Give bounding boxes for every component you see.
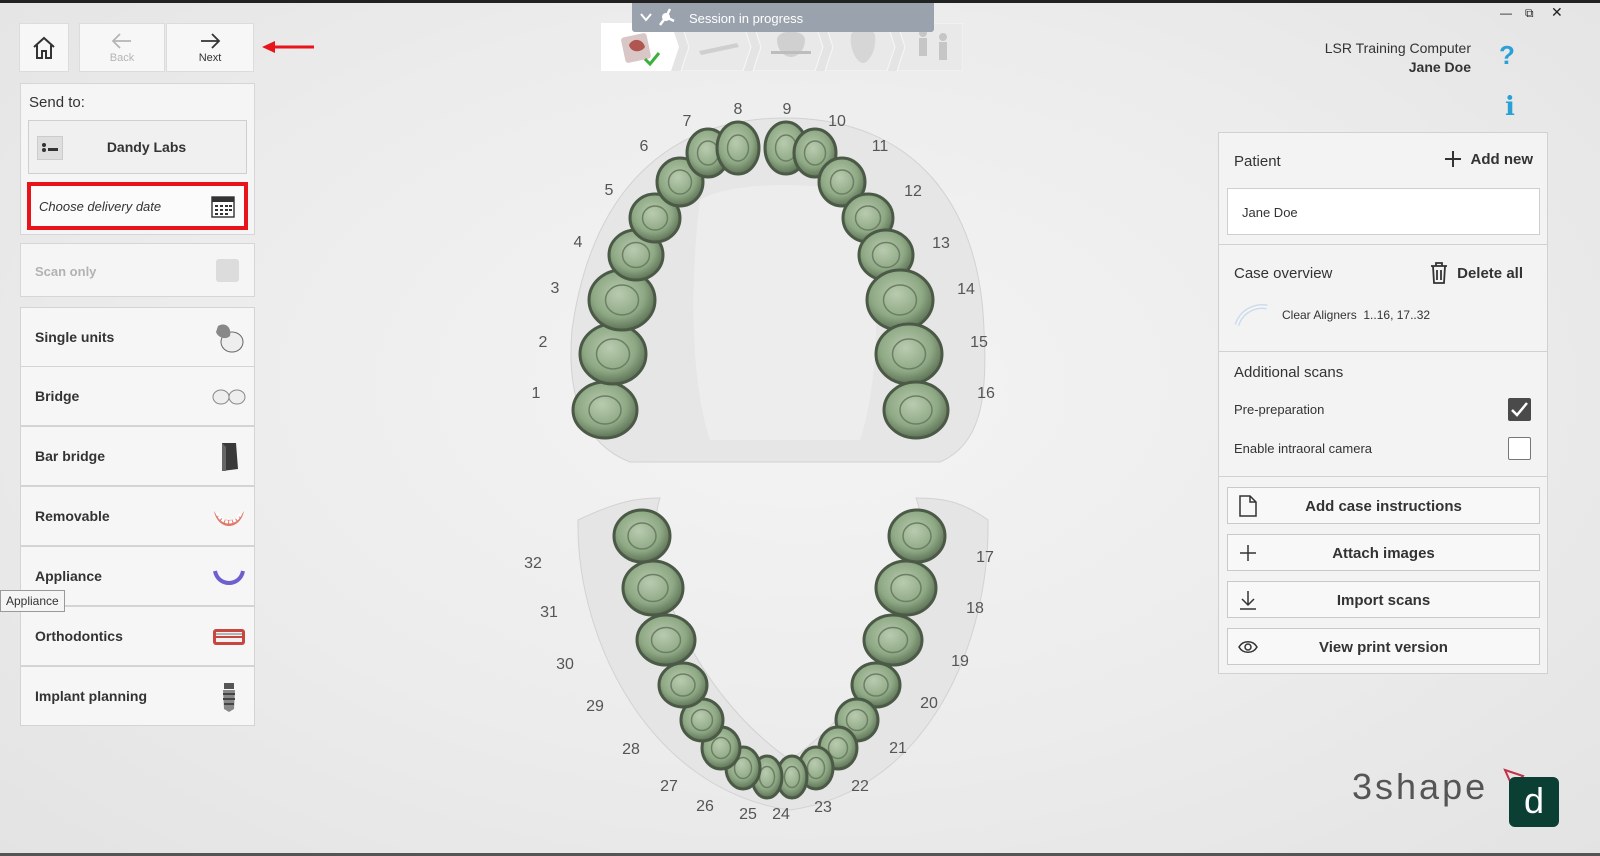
- pre-preparation-checkbox[interactable]: [1508, 398, 1531, 421]
- tooth-number: 17: [976, 549, 994, 566]
- action-label: Attach images: [1332, 545, 1435, 562]
- case-item-teeth: 1..16, 17..32: [1363, 308, 1431, 322]
- tooth-number: 12: [904, 183, 922, 200]
- tooth-number: 19: [951, 653, 969, 670]
- tooth-number: 10: [828, 113, 846, 130]
- delete-all-label: Delete all: [1457, 264, 1523, 282]
- import-scans-button[interactable]: Import scans: [1227, 581, 1540, 618]
- tooth-number: 14: [957, 281, 975, 298]
- action-label: Add case instructions: [1305, 498, 1462, 515]
- tooth-number: 4: [574, 234, 583, 251]
- tooth-number: 2: [539, 334, 548, 351]
- trash-icon: [1431, 262, 1448, 284]
- tooth-number: 32: [524, 555, 542, 572]
- case-item[interactable]: Clear Aligners 1..16, 17..32: [1282, 308, 1430, 322]
- patient-name-value: Jane Doe: [1242, 205, 1298, 220]
- pre-preparation-label: Pre-preparation: [1234, 402, 1325, 417]
- tooth-number: 20: [920, 695, 938, 712]
- tooth-number: 28: [622, 741, 640, 758]
- tooth[interactable]: [865, 268, 935, 332]
- divider: [1219, 476, 1547, 477]
- tooth-number: 18: [966, 600, 984, 617]
- tooth[interactable]: [635, 613, 697, 667]
- tooth-number: 5: [605, 182, 614, 199]
- tooth[interactable]: [715, 120, 761, 176]
- tooth-number: 8: [734, 101, 743, 118]
- tooth[interactable]: [874, 559, 938, 617]
- tooth-number: 13: [932, 235, 950, 252]
- tooth-number: 30: [556, 656, 574, 673]
- tooth-number: 21: [889, 740, 907, 757]
- case-item-type: Clear Aligners: [1282, 308, 1357, 322]
- dandy-logo[interactable]: d: [1509, 777, 1559, 827]
- tooth-number: 31: [540, 604, 558, 621]
- plus-icon: [1444, 151, 1461, 167]
- tooth-number: 22: [851, 778, 869, 795]
- tooth[interactable]: [578, 322, 648, 386]
- action-label: Import scans: [1336, 592, 1431, 609]
- case-panel: Patient Add new Jane Doe Case overview D…: [1218, 132, 1548, 674]
- tooth-number: 24: [772, 806, 790, 823]
- tooth-number: 1: [532, 385, 541, 402]
- tooth[interactable]: [882, 380, 950, 440]
- tooth-number: 29: [586, 698, 604, 715]
- checkmark-icon: [1511, 402, 1528, 417]
- attach-images-button[interactable]: Attach images: [1227, 534, 1540, 571]
- tooth[interactable]: [612, 508, 672, 564]
- delete-all-button[interactable]: Delete all: [1429, 261, 1523, 285]
- view-print-version-button[interactable]: View print version: [1227, 628, 1540, 665]
- action-label: View print version: [1319, 639, 1448, 656]
- add-new-label: Add new: [1470, 150, 1534, 168]
- 3shape-logo: 3shape: [1352, 766, 1489, 807]
- tooth-number: 3: [551, 280, 560, 297]
- patient-name-field[interactable]: Jane Doe: [1227, 188, 1540, 235]
- tooth-number: 27: [660, 778, 678, 795]
- clear-aligner-icon: [1234, 304, 1268, 326]
- tooth-number: 11: [872, 138, 889, 155]
- add-case-instructions-button[interactable]: Add case instructions: [1227, 487, 1540, 524]
- tooth[interactable]: [571, 380, 639, 440]
- divider: [1219, 244, 1547, 245]
- case-overview-title: Case overview: [1234, 265, 1333, 282]
- divider: [1219, 351, 1547, 352]
- tooth-number: 15: [970, 334, 988, 351]
- tooth-number: 26: [696, 798, 714, 815]
- add-new-patient-button[interactable]: Add new: [1443, 149, 1534, 169]
- patient-title: Patient: [1234, 153, 1281, 170]
- tooth-number: 7: [683, 113, 692, 130]
- tooth[interactable]: [657, 661, 709, 709]
- tooth[interactable]: [887, 508, 947, 564]
- intraoral-camera-label: Enable intraoral camera: [1234, 441, 1373, 456]
- tooth-number: 9: [783, 101, 792, 118]
- tooth-number: 25: [739, 806, 757, 823]
- tooth-number: 16: [977, 385, 995, 402]
- tooth[interactable]: [874, 322, 944, 386]
- tooth-number: 23: [814, 799, 832, 816]
- tooth-number: 6: [640, 138, 649, 155]
- intraoral-camera-checkbox[interactable]: [1508, 437, 1531, 460]
- tooth[interactable]: [621, 559, 685, 617]
- tooth[interactable]: [862, 613, 924, 667]
- additional-scans-title: Additional scans: [1234, 364, 1344, 381]
